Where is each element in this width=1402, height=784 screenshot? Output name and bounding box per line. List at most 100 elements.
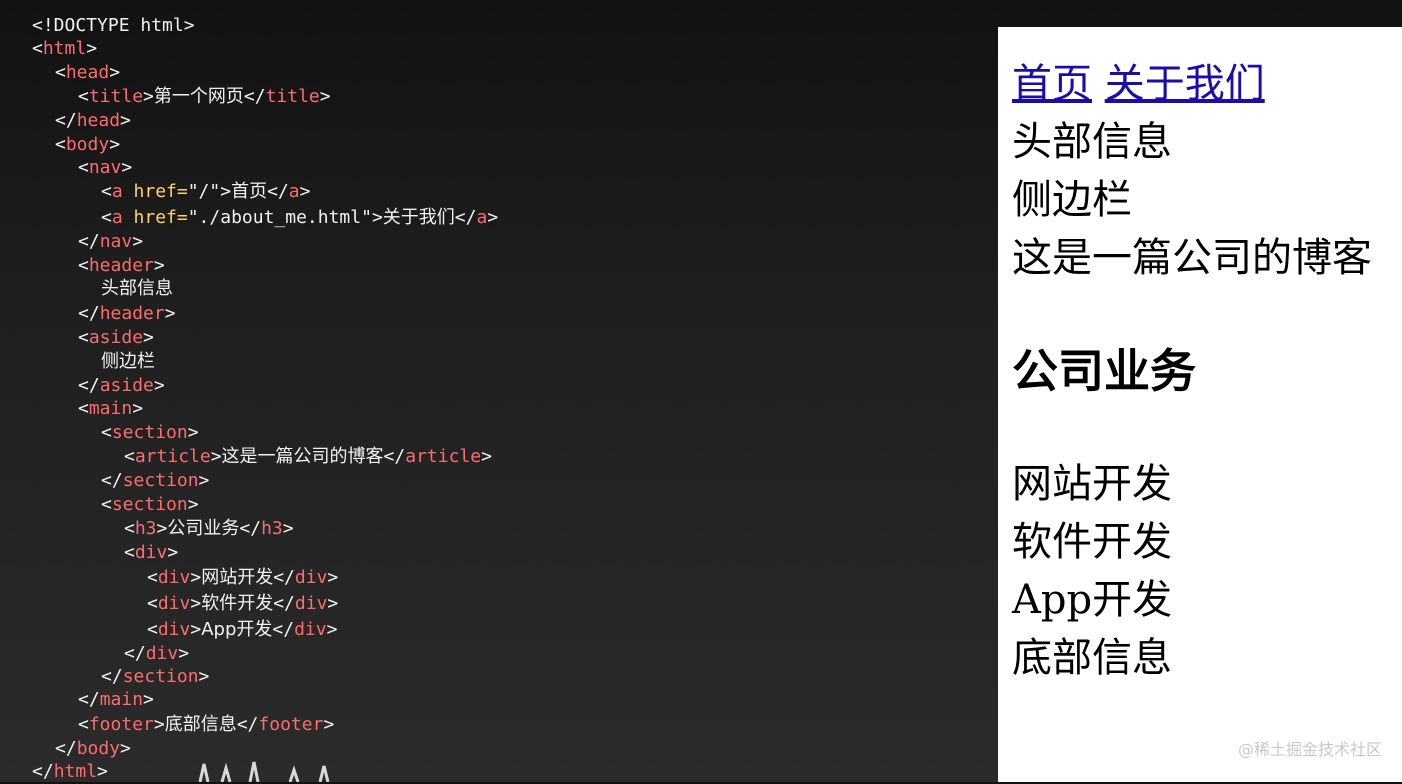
code-bracket: < — [101, 494, 112, 515]
watermark: @稀土掘金技术社区 — [1237, 740, 1382, 759]
code-text: 这是一篇公司的博客 — [221, 446, 384, 467]
code-bracket: </ — [239, 518, 262, 539]
code-bracket: > — [210, 446, 222, 467]
code-line: </nav> — [78, 230, 143, 254]
code-bracket: </ — [454, 207, 477, 228]
bottom-decoration — [198, 761, 330, 782]
code-bracket: > — [143, 327, 154, 348]
code-tag: body — [65, 134, 110, 155]
code-bracket: > — [143, 86, 154, 107]
code-tag: nav — [88, 157, 122, 178]
code-bracket: > — [121, 157, 133, 178]
code-line: </section> — [101, 665, 209, 689]
code-bracket: > — [190, 567, 202, 588]
code-bracket: < — [78, 398, 89, 419]
code-bracket: > — [164, 303, 176, 324]
code-string: "/" — [187, 181, 221, 202]
code-line: <div>软件开发</div> — [147, 592, 338, 616]
code-bracket: </ — [273, 593, 295, 614]
code-bracket: </ — [267, 181, 289, 202]
code-bracket: </ — [78, 689, 100, 710]
nav-link-home[interactable]: 首页 — [1012, 61, 1092, 107]
code-bracket: </ — [124, 643, 146, 664]
code-line: </head> — [55, 109, 131, 133]
code-tag: html — [53, 761, 98, 782]
code-line: <article>这是一篇公司的博客</article> — [124, 445, 492, 469]
nav-link-about[interactable]: 关于我们 — [1105, 61, 1265, 107]
code-tag: div — [134, 542, 168, 563]
code-tag: div — [157, 619, 191, 640]
code-bracket: > — [153, 255, 165, 276]
code-editor: <!DOCTYPE html> <html> <head> <title>第一个网页<… — [0, 0, 990, 782]
code-text: 底部信息 — [164, 714, 237, 735]
code-bracket: > — [327, 567, 339, 588]
code-tag: section — [111, 422, 188, 443]
code-bracket: < — [101, 207, 112, 228]
code-bracket: > — [198, 666, 210, 687]
code-tag: head — [65, 62, 110, 83]
code-bracket: > — [187, 422, 199, 443]
code-tag: head — [76, 110, 121, 131]
code-bracket: > — [167, 542, 179, 563]
code-bracket: < — [124, 446, 135, 467]
preview-header: 头部信息 — [1012, 119, 1172, 165]
code-bracket: > — [153, 375, 165, 396]
code-tag: main — [88, 398, 133, 419]
code-bracket: </ — [78, 303, 100, 324]
preview-item: 软件开发 — [1012, 519, 1172, 565]
preview-aside: 侧边栏 — [1012, 177, 1132, 223]
code-line: <body> — [55, 133, 120, 157]
code-attr: href= — [122, 181, 188, 202]
code-bracket: > — [327, 593, 339, 614]
code-tag: aside — [99, 375, 154, 396]
code-tag: a — [476, 207, 488, 228]
code-bracket: </ — [55, 738, 77, 759]
code-line: 头部信息 — [101, 277, 173, 301]
code-tag: aside — [88, 327, 144, 348]
code-line: <main> — [78, 397, 143, 421]
code-bracket: > — [97, 761, 108, 782]
code-tag: header — [99, 303, 165, 324]
code-bracket: > — [120, 738, 131, 759]
code-line: </section> — [101, 469, 209, 493]
preview-footer: 底部信息 — [1012, 635, 1172, 681]
code-bracket: > — [153, 714, 165, 735]
code-bracket: > — [178, 643, 190, 664]
code-line: <section> — [101, 493, 199, 517]
code-tag: footer — [258, 714, 324, 735]
code-line: <a href="./about_me.html">关于我们</a> — [101, 206, 498, 230]
code-tag: section — [122, 470, 199, 491]
code-tag: title — [88, 86, 144, 107]
code-tag: main — [99, 689, 144, 710]
code-bracket: > — [190, 593, 202, 614]
preview-item: App开发 — [1012, 577, 1173, 623]
code-bracket: < — [147, 619, 158, 640]
code-bracket: </ — [78, 231, 100, 252]
code-tag: a — [111, 181, 123, 202]
code-text: 侧边栏 — [101, 351, 155, 372]
preview-article: 这是一篇公司的博客 — [1012, 235, 1372, 281]
code-tag: header — [88, 255, 154, 276]
code-text: App开发 — [201, 619, 273, 640]
code-bracket: > — [120, 110, 131, 131]
code-bracket: < — [147, 593, 158, 614]
code-bracket: < — [78, 255, 89, 276]
code-text: 头部信息 — [101, 278, 173, 299]
code-tag: div — [145, 643, 179, 664]
code-line: 侧边栏 — [101, 350, 155, 374]
code-tag: div — [294, 619, 327, 640]
code-bracket: > — [198, 470, 210, 491]
code-string: "./about_me.html" — [187, 207, 372, 228]
code-bracket: > — [220, 181, 232, 202]
code-attr: href= — [122, 207, 188, 228]
code-tag: body — [76, 738, 121, 759]
code-line: <h3>公司业务</h3> — [124, 517, 294, 541]
code-bracket: </ — [273, 567, 295, 588]
code-line: <footer>底部信息</footer> — [78, 713, 334, 737]
code-bracket: </ — [272, 619, 295, 640]
code-bracket: > — [323, 714, 335, 735]
code-tag: footer — [88, 714, 154, 735]
code-line: <section> — [101, 421, 199, 445]
code-tag: h3 — [261, 518, 283, 539]
code-bracket: > — [299, 181, 311, 202]
